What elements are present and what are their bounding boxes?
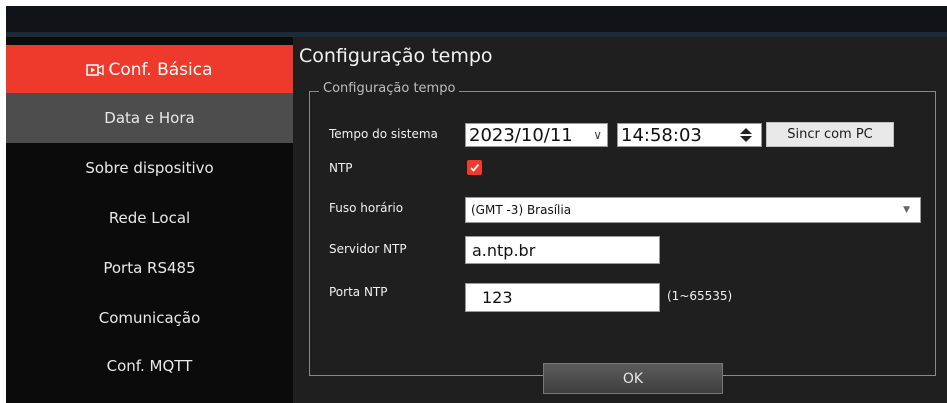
ntp-port-range-hint: (1~65535) <box>667 289 733 303</box>
time-value: 14:58:03 <box>621 124 702 146</box>
app-window: Conf. Básica Data e Hora Sobre dispositi… <box>0 0 947 403</box>
sidebar-item-conf-basica[interactable]: Conf. Básica <box>6 45 293 95</box>
timezone-value: (GMT -3) Brasília <box>471 203 572 217</box>
system-time-label: Tempo do sistema <box>329 127 438 141</box>
video-camera-icon <box>86 64 105 76</box>
title-bar <box>6 6 947 32</box>
ntp-port-input[interactable]: 123 <box>465 283 660 312</box>
ntp-server-input[interactable]: a.ntp.br <box>465 236 660 264</box>
sidebar-item-data-e-hora[interactable]: Data e Hora <box>6 93 293 143</box>
checkmark-icon <box>470 163 480 172</box>
sidebar-item-label: Porta RS485 <box>103 259 196 277</box>
timezone-label: Fuso horário <box>329 201 404 215</box>
sidebar-item-rede-local[interactable]: Rede Local <box>6 193 293 243</box>
sidebar-item-comunicacao[interactable]: Comunicação <box>6 293 293 343</box>
sidebar-item-label: Comunicação <box>98 309 201 327</box>
dropdown-arrow-icon[interactable]: ▼ <box>903 205 910 215</box>
sidebar-item-conf-mqtt[interactable]: Conf. MQTT <box>6 341 293 391</box>
ok-button[interactable]: OK <box>543 363 723 394</box>
time-field[interactable]: 14:58:03 <box>617 123 762 147</box>
chevron-down-icon[interactable]: ∨ <box>593 128 602 142</box>
ntp-label: NTP <box>329 161 353 175</box>
time-spinner-icon[interactable] <box>737 127 755 143</box>
ntp-checkbox[interactable] <box>467 160 482 175</box>
group-title: Configuração tempo <box>319 81 460 96</box>
sync-with-pc-button[interactable]: Sincr com PC <box>766 122 894 147</box>
sidebar-item-porta-rs485[interactable]: Porta RS485 <box>6 243 293 293</box>
page-title: Configuração tempo <box>299 45 493 67</box>
timezone-select[interactable]: (GMT -3) Brasília ▼ <box>465 197 921 223</box>
sidebar-item-label: Rede Local <box>108 209 191 227</box>
sidebar-item-label: Data e Hora <box>104 109 195 127</box>
ntp-server-value: a.ntp.br <box>472 240 536 260</box>
date-picker[interactable]: 2023/10/11 ∨ <box>465 123 608 147</box>
sidebar-item-sobre-dispositivo[interactable]: Sobre dispositivo <box>6 143 293 193</box>
ntp-port-value: 123 <box>482 288 513 307</box>
date-value: 2023/10/11 <box>469 124 573 146</box>
main-panel: Configuração tempo Configuração tempo Te… <box>293 37 947 403</box>
sidebar-item-label: Conf. MQTT <box>106 357 193 375</box>
ntp-server-label: Servidor NTP <box>329 242 407 256</box>
sidebar-item-label: Conf. Básica <box>108 60 213 80</box>
sidebar-item-label: Sobre dispositivo <box>85 159 214 177</box>
ntp-port-label: Porta NTP <box>329 285 388 299</box>
sidebar: Conf. Básica Data e Hora Sobre dispositi… <box>6 37 293 403</box>
